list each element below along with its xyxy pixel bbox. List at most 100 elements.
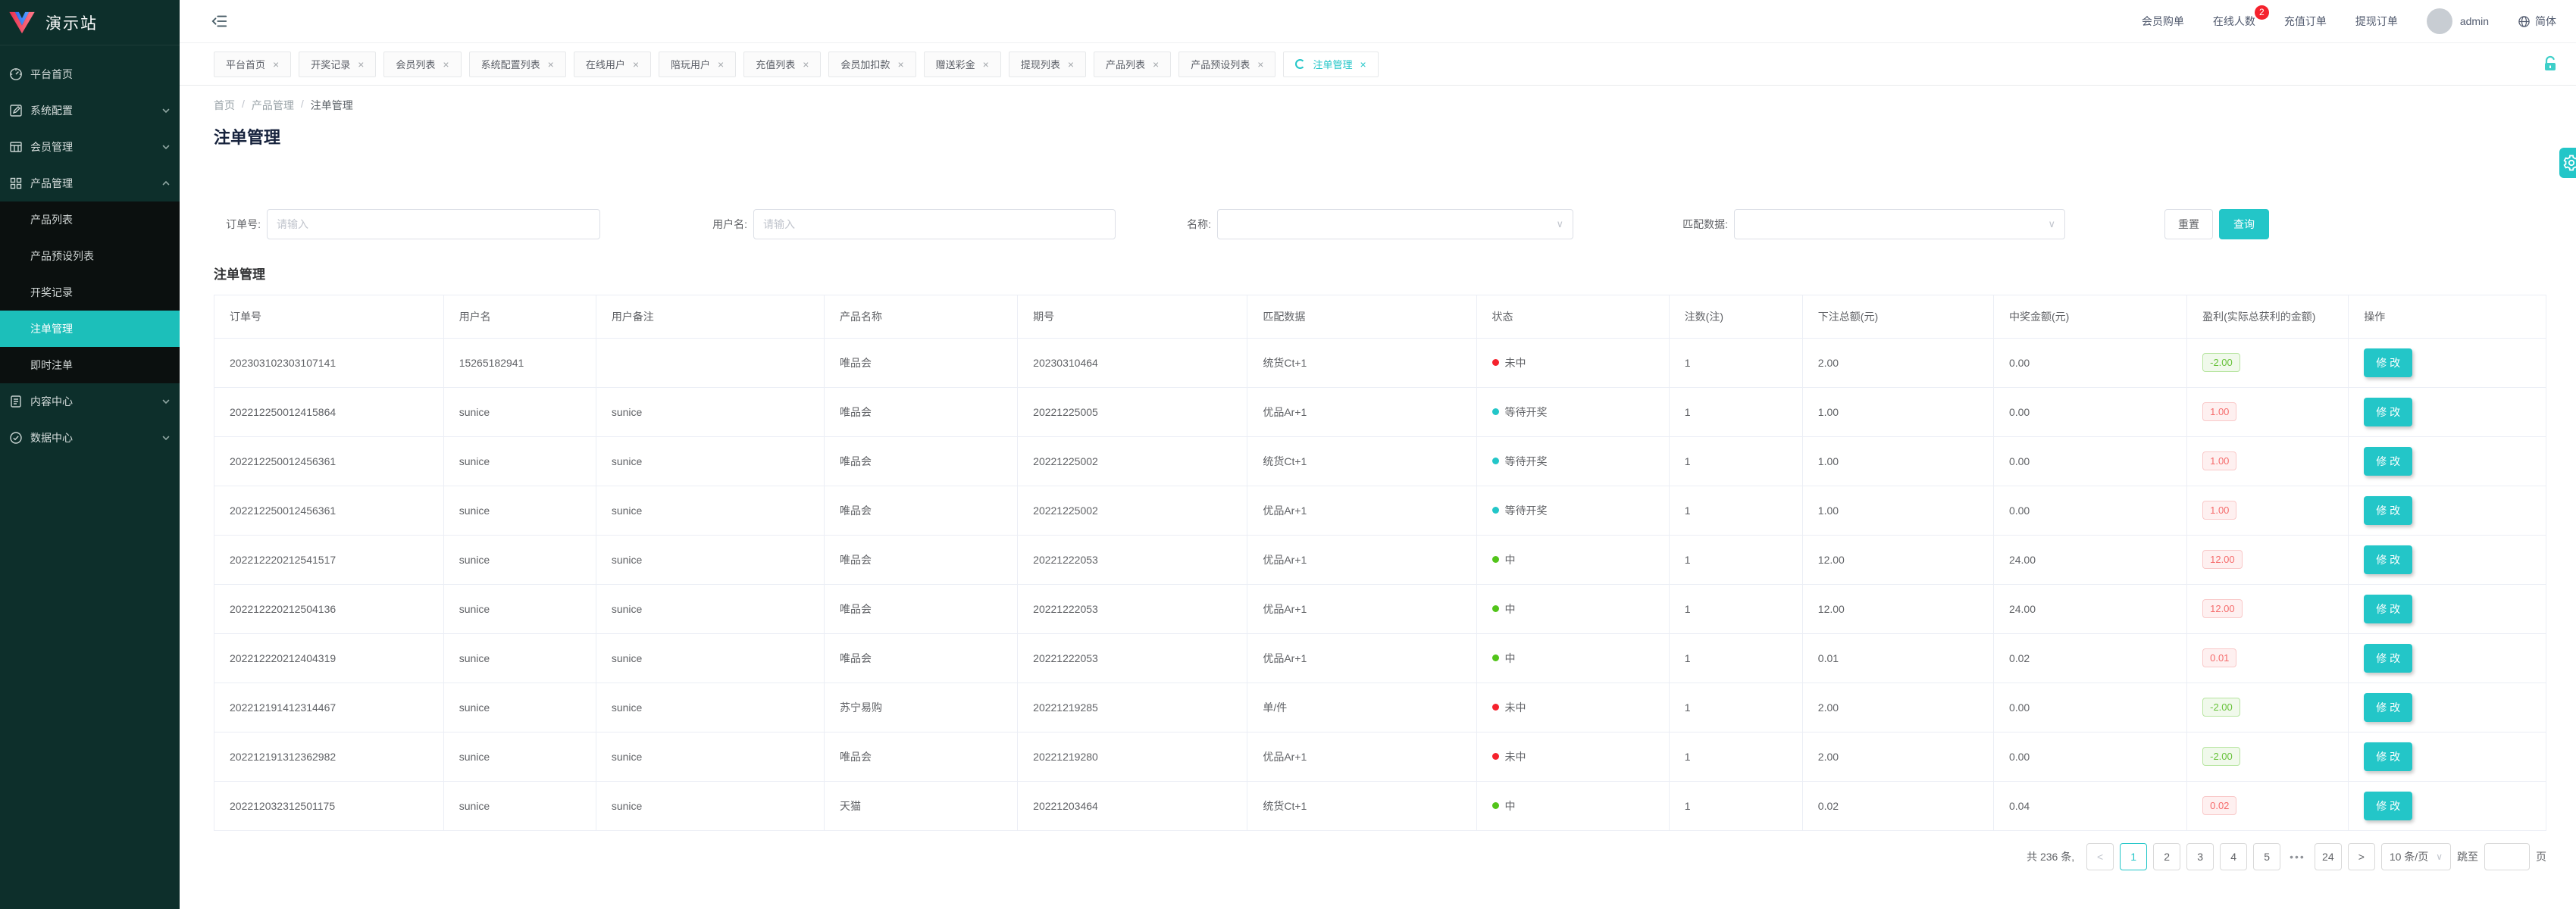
cell-profit: -2.00 [2187, 338, 2349, 387]
tab-产品列表[interactable]: 产品列表× [1094, 52, 1171, 77]
cell-profit: 1.00 [2187, 436, 2349, 486]
close-icon[interactable]: × [633, 58, 639, 70]
cell-count: 1 [1669, 633, 1802, 683]
settings-gear-button[interactable] [2559, 148, 2576, 178]
language-switcher[interactable]: 简体 [2518, 14, 2556, 29]
sidebar-item-label: 会员管理 [30, 139, 161, 155]
sidebar-item-内容中心[interactable]: 内容中心 [0, 383, 180, 420]
edit-button[interactable]: 修 改 [2364, 644, 2412, 673]
cell-order_no: 202212220212504136 [214, 584, 443, 633]
close-icon[interactable]: × [443, 58, 449, 70]
topbar: 会员购单 在线人数2 充值订单 提现订单 admin 简体 [180, 0, 2576, 43]
edit-button[interactable]: 修 改 [2364, 496, 2412, 525]
page-button-3[interactable]: 3 [2186, 843, 2214, 870]
tab-在线用户[interactable]: 在线用户× [574, 52, 651, 77]
tab-系统配置列表[interactable]: 系统配置列表× [469, 52, 566, 77]
tab-赠送彩金[interactable]: 赠送彩金× [924, 52, 1001, 77]
sidebar-item-系统配置[interactable]: 系统配置 [0, 92, 180, 129]
edit-button[interactable]: 修 改 [2364, 693, 2412, 722]
profit-badge: 1.00 [2202, 451, 2236, 471]
tab-平台首页[interactable]: 平台首页× [214, 52, 291, 77]
lock-tabs-icon[interactable] [2541, 55, 2559, 73]
column-header-下注总额(元): 下注总额(元) [1802, 295, 1993, 338]
breadcrumb-item-产品管理[interactable]: 产品管理 [252, 98, 294, 113]
filter-input[interactable] [267, 209, 600, 239]
edit-button[interactable]: 修 改 [2364, 545, 2412, 574]
cell-product: 唯品会 [825, 584, 1018, 633]
filter-field-匹配数据: 匹配数据:∨ [1669, 209, 2065, 239]
tab-开奖记录[interactable]: 开奖记录× [299, 52, 376, 77]
edit-button[interactable]: 修 改 [2364, 447, 2412, 476]
edit-button[interactable]: 修 改 [2364, 742, 2412, 771]
page-button-5[interactable]: 5 [2253, 843, 2280, 870]
online-count-badge: 2 [2255, 5, 2269, 20]
user-menu[interactable]: admin [2427, 8, 2489, 34]
close-icon[interactable]: × [358, 58, 364, 70]
cell-username: sunice [443, 436, 596, 486]
sidebar-item-平台首页[interactable]: 平台首页 [0, 56, 180, 92]
sidebar-item-会员管理[interactable]: 会员管理 [0, 129, 180, 165]
main-area: 会员购单 在线人数2 充值订单 提现订单 admin 简体 平台首页× 开奖记录× 会员列表×… [180, 0, 2576, 909]
sidebar-item-数据中心[interactable]: 数据中心 [0, 420, 180, 456]
cell-order_no: 202212191412314467 [214, 683, 443, 732]
tab-陪玩用户[interactable]: 陪玩用户× [659, 52, 736, 77]
filter-field-用户名: 用户名: [706, 209, 1116, 239]
tab-注单管理[interactable]: 注单管理× [1283, 52, 1378, 77]
filter-select[interactable]: ∨ [1734, 209, 2065, 239]
topbar-link-会员购单[interactable]: 会员购单 [2142, 14, 2184, 29]
close-icon[interactable]: × [718, 58, 724, 70]
close-icon[interactable]: × [983, 58, 989, 70]
page-button-1[interactable]: 1 [2120, 843, 2147, 870]
sidebar-subitem-注单管理[interactable]: 注单管理 [0, 311, 180, 347]
chevron-down-icon: ∨ [2436, 851, 2443, 862]
tab-充值列表[interactable]: 充值列表× [743, 52, 821, 77]
close-icon[interactable]: × [803, 58, 809, 70]
sidebar-subitem-开奖记录[interactable]: 开奖记录 [0, 274, 180, 311]
filter-input[interactable] [753, 209, 1116, 239]
page-button-2[interactable]: 2 [2153, 843, 2180, 870]
topbar-link-提现订单[interactable]: 提现订单 [2355, 14, 2398, 29]
sidebar-subitem-即时注单[interactable]: 即时注单 [0, 347, 180, 383]
tab-会员加扣款[interactable]: 会员加扣款× [828, 52, 916, 77]
tab-提现列表[interactable]: 提现列表× [1009, 52, 1086, 77]
close-icon[interactable]: × [897, 58, 903, 70]
page-size-select[interactable]: 10 条/页∨ [2381, 843, 2451, 870]
close-icon[interactable]: × [1153, 58, 1159, 70]
breadcrumb-separator: / [242, 98, 245, 113]
filter-select[interactable]: ∨ [1217, 209, 1573, 239]
tab-产品预设列表[interactable]: 产品预设列表× [1178, 52, 1275, 77]
cell-profit: 0.02 [2187, 781, 2349, 830]
cell-action: 修 改 [2349, 387, 2546, 436]
tab-会员列表[interactable]: 会员列表× [383, 52, 461, 77]
close-icon[interactable]: × [1360, 58, 1366, 70]
topbar-link-充值订单[interactable]: 充值订单 [2284, 14, 2327, 29]
cell-remark: sunice [596, 535, 824, 584]
edit-button[interactable]: 修 改 [2364, 595, 2412, 623]
search-button[interactable]: 查询 [2219, 209, 2269, 239]
close-icon[interactable]: × [273, 58, 279, 70]
page-button-4[interactable]: 4 [2220, 843, 2247, 870]
breadcrumb-item-首页[interactable]: 首页 [214, 98, 235, 113]
edit-button[interactable]: 修 改 [2364, 348, 2412, 377]
edit-button[interactable]: 修 改 [2364, 398, 2412, 426]
close-icon[interactable]: × [1068, 58, 1074, 70]
close-icon[interactable]: × [1257, 58, 1263, 70]
next-page-button[interactable]: > [2348, 843, 2375, 870]
cell-match: 优品Ar+1 [1247, 584, 1476, 633]
table-row: 20230310230310714115265182941唯品会20230310… [214, 338, 2546, 387]
reset-button[interactable]: 重置 [2164, 209, 2213, 239]
jump-page-input[interactable] [2484, 843, 2530, 870]
collapse-sidebar-icon[interactable] [211, 13, 228, 30]
cell-status: 中 [1476, 781, 1669, 830]
cell-product: 唯品会 [825, 633, 1018, 683]
sidebar-subitem-产品列表[interactable]: 产品列表 [0, 201, 180, 238]
cell-profit: 1.00 [2187, 387, 2349, 436]
page-button-24[interactable]: 24 [2315, 843, 2342, 870]
sidebar-subitem-产品预设列表[interactable]: 产品预设列表 [0, 238, 180, 274]
edit-button[interactable]: 修 改 [2364, 792, 2412, 820]
prev-page-button[interactable]: < [2086, 843, 2114, 870]
topbar-link-在线人数[interactable]: 在线人数2 [2213, 14, 2255, 29]
sidebar-item-产品管理[interactable]: 产品管理 [0, 165, 180, 201]
close-icon[interactable]: × [548, 58, 554, 70]
edit-icon [9, 104, 23, 117]
